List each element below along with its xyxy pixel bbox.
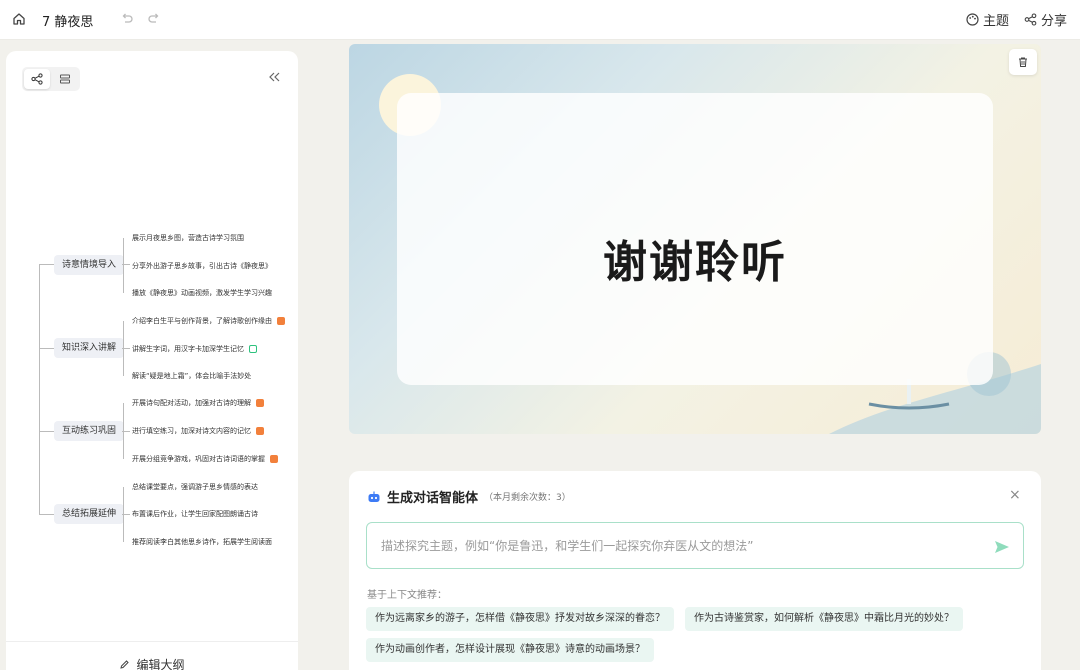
mindmap-trunk	[39, 264, 40, 514]
leaf-text: 布置课后作业，让学生回家配图朗诵古诗	[132, 510, 258, 518]
leaf-bracket	[123, 238, 124, 293]
robot-icon	[368, 491, 380, 502]
leaf-text: 总结课堂要点，强调游子思乡情感的表达	[132, 483, 258, 491]
slide-preview[interactable]: 谢谢聆听	[349, 44, 1041, 434]
slide-title[interactable]: 谢谢聆听	[349, 44, 1041, 434]
leaf-item[interactable]: 开展诗句配对活动，加强对古诗的理解	[132, 398, 264, 408]
media-badge-icon	[277, 317, 285, 325]
leaf-text: 播放《静夜思》动画视频，激发学生学习兴趣	[132, 289, 272, 297]
branch-connector	[39, 348, 54, 349]
share-icon	[1024, 13, 1037, 26]
media-badge-icon	[256, 399, 264, 407]
branch-node[interactable]: 总结拓展延伸	[54, 504, 125, 524]
card-badge-icon	[249, 345, 257, 353]
leaf-text: 讲解生字词，用汉字卡加深学生记忆	[132, 345, 244, 353]
palette-icon	[966, 13, 979, 26]
leaf-item[interactable]: 总结课堂要点，强调游子思乡情感的表达	[132, 482, 258, 492]
leaf-item[interactable]: 进行填空练习，加深对诗文内容的记忆	[132, 426, 264, 436]
view-toggle	[22, 67, 80, 91]
pencil-icon	[120, 660, 130, 669]
suggestion-chip[interactable]: 作为远离家乡的游子，怎样借《静夜思》抒发对故乡深深的眷恋？	[366, 607, 674, 631]
edit-outline-button[interactable]: 编辑大纲	[6, 641, 298, 670]
context-recommend-label: 基于上下文推荐：	[367, 590, 447, 601]
leaf-item[interactable]: 解读“疑是地上霜”，体会比喻手法妙处	[132, 371, 251, 381]
leaf-bracket	[123, 487, 124, 542]
agent-title: 生成对话智能体	[387, 491, 479, 506]
suggestion-chip[interactable]: 作为古诗鉴赏家，如何解析《静夜思》中霜比月光的妙处？	[685, 607, 963, 631]
leaf-item[interactable]: 推荐阅读李白其他思乡诗作，拓展学生阅读面	[132, 537, 272, 547]
leaf-item[interactable]: 布置课后作业，让学生回家配图朗诵古诗	[132, 509, 258, 519]
share-label: 分享	[1041, 14, 1068, 29]
branch-node[interactable]: 互动练习巩固	[54, 421, 125, 441]
leaf-item[interactable]: 介绍李白生平与创作背景，了解诗歌创作缘由	[132, 316, 285, 326]
leaf-text: 展示月夜思乡图，营造古诗学习氛围	[132, 234, 244, 242]
leaf-item[interactable]: 展示月夜思乡图，营造古诗学习氛围	[132, 233, 244, 243]
leaf-item[interactable]: 分享外出游子思乡故事，引出古诗《静夜思》	[132, 261, 272, 271]
theme-label: 主题	[983, 14, 1010, 29]
document-title[interactable]: 7 静夜思	[42, 11, 93, 30]
agent-header: 生成对话智能体 （本月剩余次数：3）	[367, 487, 571, 506]
mindmap-icon	[31, 73, 43, 85]
collapse-panel-icon[interactable]	[266, 69, 282, 85]
delete-slide-button[interactable]	[1009, 49, 1037, 75]
leaf-text: 推荐阅读李白其他思乡诗作，拓展学生阅读面	[132, 538, 272, 546]
mindmap-view-button[interactable]	[24, 69, 50, 89]
leaf-text: 开展诗句配对活动，加强对古诗的理解	[132, 399, 251, 407]
leaf-text: 进行填空练习，加深对诗文内容的记忆	[132, 427, 251, 435]
close-icon[interactable]: ×	[1009, 487, 1021, 503]
list-view-button[interactable]	[52, 69, 78, 89]
leaf-text: 开展分组竞争游戏，巩固对古诗词语的掌握	[132, 455, 265, 463]
branch-connector	[39, 431, 54, 432]
leaf-text: 分享外出游子思乡故事，引出古诗《静夜思》	[132, 262, 272, 270]
branch-connector	[39, 264, 54, 265]
leaf-bracket	[123, 403, 124, 459]
leaf-bracket	[123, 321, 124, 376]
share-button[interactable]: 分享	[1024, 10, 1067, 29]
media-badge-icon	[256, 427, 264, 435]
topic-input-box	[366, 522, 1024, 569]
media-badge-icon	[270, 455, 278, 463]
suggestion-chip[interactable]: 作为动画创作者，怎样设计展现《静夜思》诗意的动画场景？	[366, 638, 654, 662]
edit-outline-label: 编辑大纲	[136, 658, 185, 670]
top-bar: 7 静夜思 主题 分享	[0, 0, 1080, 40]
list-icon	[60, 74, 70, 84]
redo-icon[interactable]	[145, 10, 163, 28]
branch-connector	[39, 514, 54, 515]
outline-panel: 诗意情境导入 展示月夜思乡图，营造古诗学习氛围 分享外出游子思乡故事，引出古诗《…	[6, 51, 298, 670]
leaf-text: 介绍李白生平与创作背景，了解诗歌创作缘由	[132, 317, 272, 325]
leaf-item[interactable]: 播放《静夜思》动画视频，激发学生学习兴趣	[132, 288, 272, 298]
trash-icon	[1019, 57, 1027, 67]
undo-icon[interactable]	[118, 10, 136, 28]
home-icon[interactable]	[10, 10, 28, 28]
branch-node[interactable]: 诗意情境导入	[54, 255, 125, 275]
remaining-count: （本月剩余次数：3）	[484, 493, 571, 503]
leaf-item[interactable]: 开展分组竞争游戏，巩固对古诗词语的掌握	[132, 454, 278, 464]
branch-node[interactable]: 知识深入讲解	[54, 338, 125, 358]
leaf-text: 解读“疑是地上霜”，体会比喻手法妙处	[132, 372, 252, 380]
dialogue-agent-panel: 生成对话智能体 （本月剩余次数：3） × 基于上下文推荐： 作为远离家乡的游子，…	[349, 471, 1041, 670]
send-icon[interactable]	[993, 538, 1011, 556]
theme-button[interactable]: 主题	[966, 10, 1009, 29]
topic-input[interactable]	[381, 538, 981, 553]
leaf-item[interactable]: 讲解生字词，用汉字卡加深学生记忆	[132, 344, 257, 354]
